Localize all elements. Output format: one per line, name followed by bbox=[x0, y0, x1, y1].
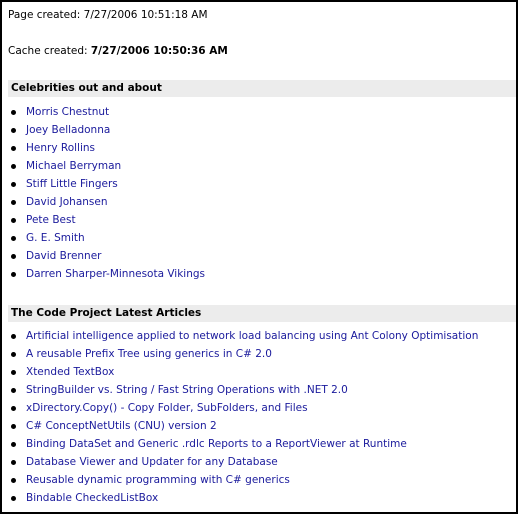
bullet-icon bbox=[11, 406, 16, 411]
article-link[interactable]: Database Viewer and Updater for any Data… bbox=[26, 456, 278, 468]
page-frame: Page created: 7/27/2006 10:51:18 AM Cach… bbox=[0, 0, 518, 514]
bullet-icon bbox=[11, 424, 16, 429]
bullet-icon bbox=[11, 128, 16, 133]
bullet-icon bbox=[11, 478, 16, 483]
page-created-label: Page created: bbox=[8, 9, 81, 21]
bullet-icon bbox=[11, 388, 16, 393]
list-item: Darren Sharper-Minnesota Vikings bbox=[2, 265, 205, 283]
bullet-icon bbox=[11, 200, 16, 205]
list-item: Morris Chestnut bbox=[2, 103, 205, 121]
list-item: Stiff Little Fingers bbox=[2, 175, 205, 193]
article-link[interactable]: A reusable Prefix Tree using generics in… bbox=[26, 348, 272, 360]
article-link[interactable]: xDirectory.Copy() - Copy Folder, SubFold… bbox=[26, 402, 308, 414]
bullet-icon bbox=[11, 236, 16, 241]
celebrity-link[interactable]: G. E. Smith bbox=[26, 232, 85, 244]
article-link[interactable]: Xtended TextBox bbox=[26, 366, 114, 378]
list-item: Xtended TextBox bbox=[2, 363, 478, 381]
list-item: Database Viewer and Updater for any Data… bbox=[2, 453, 478, 471]
bullet-icon bbox=[11, 218, 16, 223]
celebrity-link[interactable]: Pete Best bbox=[26, 214, 76, 226]
article-link[interactable]: Reusable dynamic programming with C# gen… bbox=[26, 474, 290, 486]
cache-created-line: Cache created: 7/27/2006 10:50:36 AM bbox=[8, 45, 228, 57]
list-item: StringBuilder vs. String / Fast String O… bbox=[2, 381, 478, 399]
list-item: Reusable dynamic programming with C# gen… bbox=[2, 471, 478, 489]
articles-list: Artificial intelligence applied to netwo… bbox=[2, 327, 478, 507]
celebrity-link[interactable]: Morris Chestnut bbox=[26, 106, 109, 118]
article-link[interactable]: Binding DataSet and Generic .rdlc Report… bbox=[26, 438, 407, 450]
bullet-icon bbox=[11, 272, 16, 277]
bullet-icon bbox=[11, 370, 16, 375]
article-link[interactable]: C# ConceptNetUtils (CNU) version 2 bbox=[26, 420, 217, 432]
list-item: David Johansen bbox=[2, 193, 205, 211]
celebrity-link[interactable]: David Johansen bbox=[26, 196, 108, 208]
bullet-icon bbox=[11, 442, 16, 447]
list-item: David Brenner bbox=[2, 247, 205, 265]
celebrity-link[interactable]: Joey Belladonna bbox=[26, 124, 110, 136]
cache-created-label: Cache created: bbox=[8, 45, 88, 57]
list-item: Michael Berryman bbox=[2, 157, 205, 175]
list-item: G. E. Smith bbox=[2, 229, 205, 247]
list-item: Bindable CheckedListBox bbox=[2, 489, 478, 507]
list-item: Artificial intelligence applied to netwo… bbox=[2, 327, 478, 345]
section-header-code-project: The Code Project Latest Articles bbox=[8, 305, 516, 322]
cache-created-value: 7/27/2006 10:50:36 AM bbox=[90, 45, 228, 57]
celebrity-link[interactable]: Stiff Little Fingers bbox=[26, 178, 118, 190]
list-item: Pete Best bbox=[2, 211, 205, 229]
section-header-celebrities: Celebrities out and about bbox=[8, 80, 516, 97]
list-item: C# ConceptNetUtils (CNU) version 2 bbox=[2, 417, 478, 435]
list-item: Henry Rollins bbox=[2, 139, 205, 157]
celebrity-link[interactable]: Darren Sharper-Minnesota Vikings bbox=[26, 268, 205, 280]
article-link[interactable]: Artificial intelligence applied to netwo… bbox=[26, 330, 478, 342]
list-item: Binding DataSet and Generic .rdlc Report… bbox=[2, 435, 478, 453]
celebrity-link[interactable]: David Brenner bbox=[26, 250, 102, 262]
bullet-icon bbox=[11, 182, 16, 187]
bullet-icon bbox=[11, 352, 16, 357]
list-item: xDirectory.Copy() - Copy Folder, SubFold… bbox=[2, 399, 478, 417]
bullet-icon bbox=[11, 334, 16, 339]
article-link[interactable]: StringBuilder vs. String / Fast String O… bbox=[26, 384, 348, 396]
bullet-icon bbox=[11, 254, 16, 259]
celebrity-link[interactable]: Henry Rollins bbox=[26, 142, 95, 154]
bullet-icon bbox=[11, 496, 16, 501]
bullet-icon bbox=[11, 164, 16, 169]
list-item: A reusable Prefix Tree using generics in… bbox=[2, 345, 478, 363]
celebrities-list: Morris Chestnut Joey Belladonna Henry Ro… bbox=[2, 103, 205, 283]
celebrity-link[interactable]: Michael Berryman bbox=[26, 160, 121, 172]
bullet-icon bbox=[11, 460, 16, 465]
page-created-line: Page created: 7/27/2006 10:51:18 AM bbox=[8, 9, 208, 21]
article-link[interactable]: Bindable CheckedListBox bbox=[26, 492, 158, 504]
list-item: Joey Belladonna bbox=[2, 121, 205, 139]
page-created-value: 7/27/2006 10:51:18 AM bbox=[83, 9, 208, 21]
bullet-icon bbox=[11, 110, 16, 115]
bullet-icon bbox=[11, 146, 16, 151]
